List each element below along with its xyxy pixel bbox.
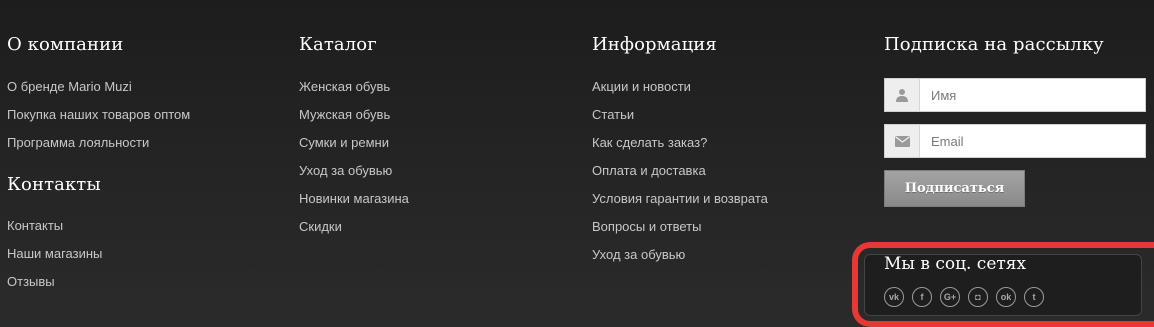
list-item: Покупка наших товаров оптом <box>7 107 190 135</box>
list-item: Наши магазины <box>7 246 102 274</box>
link-about-brand[interactable]: О бренде Mario Muzi <box>7 79 132 94</box>
link-our-stores[interactable]: Наши магазины <box>7 246 102 261</box>
vk-icon[interactable]: vk <box>884 287 904 307</box>
list-item: Вопросы и ответы <box>592 219 768 247</box>
list-item: Оплата и доставка <box>592 163 768 191</box>
user-icon <box>885 79 920 111</box>
link-bags-belts[interactable]: Сумки и ремни <box>299 135 389 150</box>
link-shoe-care[interactable]: Уход за обувью <box>299 163 392 178</box>
info-links: Акции и новости Статьи Как сделать заказ… <box>592 79 768 275</box>
link-wholesale[interactable]: Покупка наших товаров оптом <box>7 107 190 122</box>
link-warranty-returns[interactable]: Условия гарантии и возврата <box>592 191 768 206</box>
list-item: Мужская обувь <box>299 107 409 135</box>
company-links: О бренде Mario Muzi Покупка наших товаро… <box>7 79 190 163</box>
list-item: Условия гарантии и возврата <box>592 191 768 219</box>
link-new-arrivals[interactable]: Новинки магазина <box>299 191 409 206</box>
list-item: Сумки и ремни <box>299 135 409 163</box>
link-contacts[interactable]: Контакты <box>7 218 63 233</box>
link-discounts[interactable]: Скидки <box>299 219 342 234</box>
contacts-links: Контакты Наши магазины Отзывы <box>7 218 102 302</box>
company-heading: О компании <box>7 34 124 55</box>
catalog-links: Женская обувь Мужская обувь Сумки и ремн… <box>299 79 409 247</box>
list-item: Как сделать заказ? <box>592 135 768 163</box>
list-item: Новинки магазина <box>299 191 409 219</box>
odnoklassniki-icon[interactable]: ok <box>996 287 1016 307</box>
social-heading: Мы в соц. сетях <box>884 254 1027 274</box>
link-shoe-care-info[interactable]: Уход за обувью <box>592 247 685 262</box>
link-womens-shoes[interactable]: Женская обувь <box>299 79 390 94</box>
link-loyalty-program[interactable]: Программа лояльности <box>7 135 149 150</box>
email-input[interactable] <box>920 125 1145 157</box>
catalog-heading: Каталог <box>299 34 377 55</box>
email-field <box>884 124 1146 158</box>
twitter-icon[interactable]: t <box>1024 287 1044 307</box>
list-item: Акции и новости <box>592 79 768 107</box>
link-payment-delivery[interactable]: Оплата и доставка <box>592 163 706 178</box>
subscribe-heading: Подписка на рассылку <box>884 34 1104 55</box>
info-heading: Информация <box>592 34 717 55</box>
link-mens-shoes[interactable]: Мужская обувь <box>299 107 390 122</box>
name-input[interactable] <box>920 79 1145 111</box>
list-item: Отзывы <box>7 274 102 302</box>
link-faq[interactable]: Вопросы и ответы <box>592 219 701 234</box>
list-item: Скидки <box>299 219 409 247</box>
list-item: Статьи <box>592 107 768 135</box>
google-plus-icon[interactable]: G+ <box>940 287 960 307</box>
list-item: О бренде Mario Muzi <box>7 79 190 107</box>
link-how-to-order[interactable]: Как сделать заказ? <box>592 135 707 150</box>
social-icons: vk f G+ ◘ ok t <box>884 287 1044 307</box>
link-promos-news[interactable]: Акции и новости <box>592 79 691 94</box>
instagram-icon[interactable]: ◘ <box>968 287 988 307</box>
link-articles[interactable]: Статьи <box>592 107 634 122</box>
list-item: Уход за обувью <box>299 163 409 191</box>
contacts-heading: Контакты <box>7 174 101 195</box>
name-field <box>884 78 1146 112</box>
list-item: Уход за обувью <box>592 247 768 275</box>
link-reviews[interactable]: Отзывы <box>7 274 55 289</box>
facebook-icon[interactable]: f <box>912 287 932 307</box>
list-item: Контакты <box>7 218 102 246</box>
subscribe-button[interactable]: Подписаться <box>884 170 1025 207</box>
list-item: Программа лояльности <box>7 135 190 163</box>
envelope-icon <box>885 125 920 157</box>
list-item: Женская обувь <box>299 79 409 107</box>
